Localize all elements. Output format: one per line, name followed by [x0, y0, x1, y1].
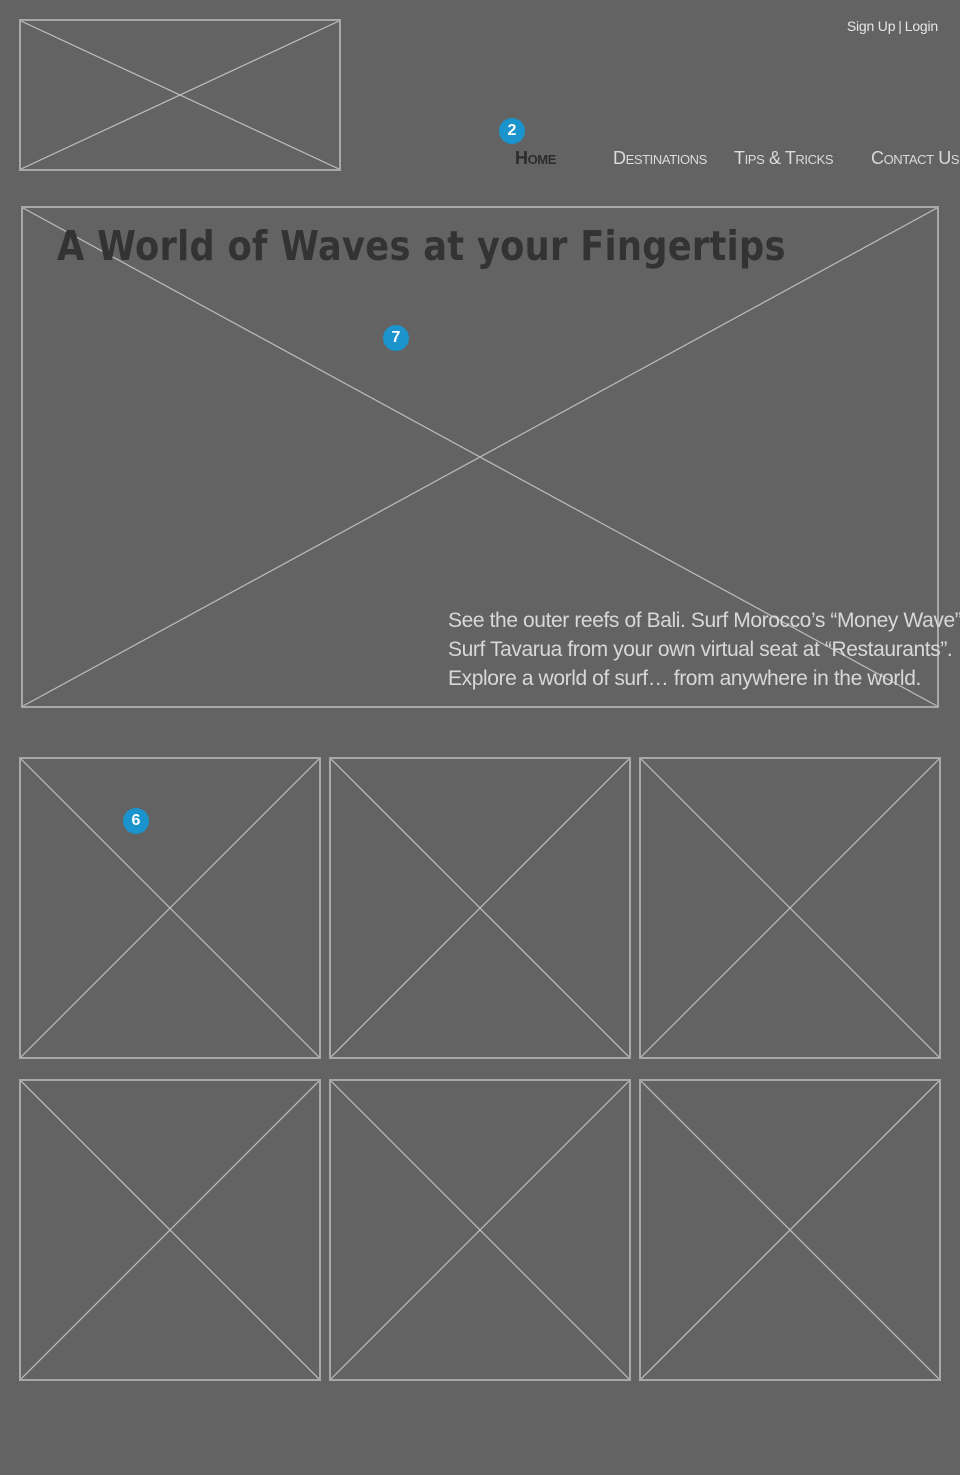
- logo-placeholder[interactable]: [19, 19, 341, 171]
- nav-item-tips-tricks[interactable]: Tips & Tricks: [734, 148, 834, 169]
- image-placeholder-icon: [641, 759, 939, 1057]
- hero-copy-line: Surf Tavarua from your own virtual seat …: [448, 638, 953, 661]
- hero-copy-line: See the outer reefs of Bali. Surf Morocc…: [448, 609, 960, 632]
- image-placeholder-icon: [331, 1081, 629, 1379]
- nav-item-contact-us[interactable]: Contact Us: [871, 148, 960, 169]
- nav-item-destinations[interactable]: Destinations: [613, 148, 707, 169]
- grid-tile[interactable]: [639, 1079, 941, 1381]
- image-placeholder-icon: [21, 21, 339, 169]
- auth-separator: |: [898, 18, 902, 34]
- grid-tile[interactable]: [19, 1079, 321, 1381]
- signup-link[interactable]: Sign Up: [847, 18, 896, 34]
- hero-copy-line: Explore a world of surf… from anywhere i…: [448, 667, 921, 690]
- grid-tile[interactable]: [329, 1079, 631, 1381]
- grid-tile[interactable]: [19, 757, 321, 1059]
- grid-tile[interactable]: [639, 757, 941, 1059]
- grid-tile[interactable]: [329, 757, 631, 1059]
- image-placeholder-icon: [641, 1081, 939, 1379]
- image-placeholder-icon: [21, 1081, 319, 1379]
- nav-item-home[interactable]: Home: [515, 148, 556, 169]
- image-placeholder-icon: [21, 759, 319, 1057]
- annotation-badge-grid: 6: [123, 808, 149, 834]
- annotation-badge-hero: 7: [383, 325, 409, 351]
- image-placeholder-icon: [331, 759, 629, 1057]
- annotation-badge-nav: 2: [499, 118, 525, 144]
- hero-title: A World of Waves at your Fingertips: [57, 222, 786, 270]
- auth-links: Sign Up | Login: [847, 18, 938, 34]
- hero-copy: See the outer reefs of Bali. Surf Morocc…: [448, 606, 960, 693]
- login-link[interactable]: Login: [905, 18, 938, 34]
